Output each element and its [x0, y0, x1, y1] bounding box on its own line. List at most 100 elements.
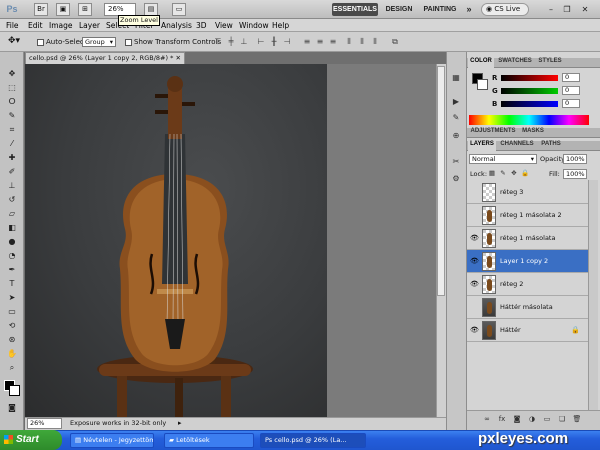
type-tool-icon[interactable]: T [6, 278, 18, 289]
red-slider[interactable] [501, 75, 558, 81]
workspace-essentials-button[interactable]: ESSENTIALS [332, 3, 378, 16]
taskbar-item-photoshop[interactable]: Ps cello.psd @ 26% (La... [260, 433, 366, 448]
scrollbar-thumb[interactable] [437, 66, 445, 296]
menu-layer[interactable]: Layer [79, 19, 100, 32]
taskbar-item-notepad[interactable]: ▤ Névtelen - Jegyzettömb [70, 433, 154, 448]
color-panel-background-swatch[interactable] [477, 79, 488, 90]
menu-help[interactable]: Help [272, 19, 289, 32]
align-left-icon[interactable]: ⊢ [256, 36, 266, 47]
distribute-hcenter-icon[interactable]: ⦀ [357, 36, 367, 47]
zoom-tool-icon[interactable]: ⌕ [6, 362, 18, 373]
brush-panel-icon[interactable]: ✎ [450, 112, 462, 124]
distribute-left-icon[interactable]: ⦀ [344, 36, 354, 47]
tab-channels[interactable]: CHANNELS [498, 141, 536, 151]
clone-stamp-tool-icon[interactable]: ⊥ [6, 180, 18, 191]
menu-edit[interactable]: Edit [28, 19, 43, 32]
menu-3d[interactable]: 3D [196, 19, 207, 32]
view-extras-icon[interactable]: ⊞ [78, 3, 92, 16]
3d-orbit-tool-icon[interactable]: ⊛ [6, 334, 18, 345]
screen-mode-icon[interactable]: ▭ [172, 3, 186, 16]
background-color-swatch[interactable] [9, 385, 20, 396]
minimize-icon[interactable]: – [544, 3, 558, 16]
tool-presets-panel-icon[interactable]: ⚙ [450, 173, 462, 185]
close-icon[interactable]: ✕ [578, 3, 592, 16]
path-select-tool-icon[interactable]: ➤ [6, 292, 18, 303]
lock-pixels-icon[interactable]: ✎ [499, 169, 507, 178]
hand-tool-icon[interactable]: ✋ [6, 348, 18, 359]
cs-live-button[interactable]: ◉ CS Live [481, 3, 529, 16]
clone-source-panel-icon[interactable]: ⊕ [450, 130, 462, 142]
green-slider[interactable] [501, 88, 558, 94]
history-brush-tool-icon[interactable]: ↺ [6, 194, 18, 205]
tab-adjustments[interactable]: ADJUSTMENTS [468, 128, 518, 138]
gradient-tool-icon[interactable]: ◧ [6, 222, 18, 233]
green-value-input[interactable]: 0 [562, 86, 580, 95]
eye-icon[interactable]: 👁 [470, 233, 479, 243]
distribute-bottom-icon[interactable]: ≡ [328, 36, 338, 47]
distribute-vcenter-icon[interactable]: ≡ [315, 36, 325, 47]
eye-icon[interactable]: 👁 [470, 325, 479, 335]
opacity-input[interactable]: 100% [563, 154, 587, 164]
layers-scrollbar[interactable] [588, 180, 598, 410]
workspace-more-button[interactable]: » [463, 3, 475, 16]
status-menu-arrow-icon[interactable]: ▸ [178, 418, 182, 429]
blend-mode-dropdown[interactable]: Normal ▾ [469, 154, 537, 164]
align-vcenter-icon[interactable]: ╪ [226, 36, 236, 47]
3d-rotate-tool-icon[interactable]: ⟲ [6, 320, 18, 331]
lock-transparency-icon[interactable]: ▦ [488, 169, 496, 178]
red-value-input[interactable]: 0 [562, 73, 580, 82]
tab-swatches[interactable]: SWATCHES [496, 58, 534, 68]
restore-icon[interactable]: ❐ [560, 3, 574, 16]
eyedropper-tool-icon[interactable]: ⁄ [6, 138, 18, 149]
crop-tool-icon[interactable]: ⌗ [6, 124, 18, 135]
eraser-tool-icon[interactable]: ▱ [6, 208, 18, 219]
quick-mask-icon[interactable]: ◙ [6, 402, 18, 413]
align-right-icon[interactable]: ⊣ [282, 36, 292, 47]
move-tool-preset-icon[interactable]: ✥▾ [8, 36, 20, 47]
trash-icon[interactable]: 🗑 [572, 414, 582, 424]
auto-select-checkbox[interactable] [37, 39, 44, 46]
marquee-tool-icon[interactable]: ⬚ [6, 82, 18, 93]
lasso-tool-icon[interactable]: ⵔ [6, 96, 18, 107]
new-group-icon[interactable]: ▭ [542, 414, 552, 424]
blue-value-input[interactable]: 0 [562, 99, 580, 108]
move-tool-icon[interactable]: ✥ [6, 68, 18, 79]
taskbar-item-downloads[interactable]: ▰ Letöltések [164, 433, 254, 448]
workspace-design-button[interactable]: DESIGN [383, 3, 415, 16]
shape-tool-icon[interactable]: ▭ [6, 306, 18, 317]
actions-panel-icon[interactable]: ▶ [450, 96, 462, 108]
new-layer-icon[interactable]: ❏ [557, 414, 567, 424]
workspace-painting-button[interactable]: PAINTING [421, 3, 459, 16]
document-tab[interactable]: cello.psd @ 26% (Layer 1 copy 2, RGB/8#)… [25, 52, 185, 64]
menu-window[interactable]: Window [239, 19, 269, 32]
tab-layers[interactable]: LAYERS [468, 141, 496, 151]
blue-slider[interactable] [501, 101, 558, 107]
pen-tool-icon[interactable]: ✒ [6, 264, 18, 275]
character-panel-icon[interactable]: ✂ [450, 156, 462, 168]
healing-brush-tool-icon[interactable]: ✚ [6, 152, 18, 163]
eye-icon[interactable]: 👁 [470, 279, 479, 289]
link-layers-icon[interactable]: ∞ [482, 414, 492, 424]
color-spectrum-bar[interactable] [469, 115, 589, 125]
distribute-top-icon[interactable]: ≡ [302, 36, 312, 47]
align-top-icon[interactable]: ⊤ [213, 36, 223, 47]
lock-all-icon[interactable]: 🔒 [521, 169, 529, 178]
blur-tool-icon[interactable]: ● [6, 236, 18, 247]
auto-align-icon[interactable]: ⧉ [390, 36, 400, 47]
tab-color[interactable]: COLOR [468, 58, 494, 68]
align-hcenter-icon[interactable]: ╫ [269, 36, 279, 47]
menu-image[interactable]: Image [49, 19, 73, 32]
tab-paths[interactable]: PATHS [538, 141, 564, 151]
fill-input[interactable]: 100% [563, 169, 587, 179]
eye-icon[interactable]: 👁 [470, 256, 479, 266]
dodge-tool-icon[interactable]: ◔ [6, 250, 18, 261]
close-icon[interactable]: ✕ [176, 53, 181, 64]
menu-file[interactable]: File [6, 19, 19, 32]
show-transform-checkbox[interactable] [125, 39, 132, 46]
adjustment-layer-icon[interactable]: ◑ [527, 414, 537, 424]
status-zoom-input[interactable]: 26% [27, 418, 62, 429]
bridge-icon[interactable]: Br [34, 3, 48, 16]
brush-tool-icon[interactable]: ✐ [6, 166, 18, 177]
distribute-right-icon[interactable]: ⦀ [370, 36, 380, 47]
menu-view[interactable]: View [215, 19, 233, 32]
